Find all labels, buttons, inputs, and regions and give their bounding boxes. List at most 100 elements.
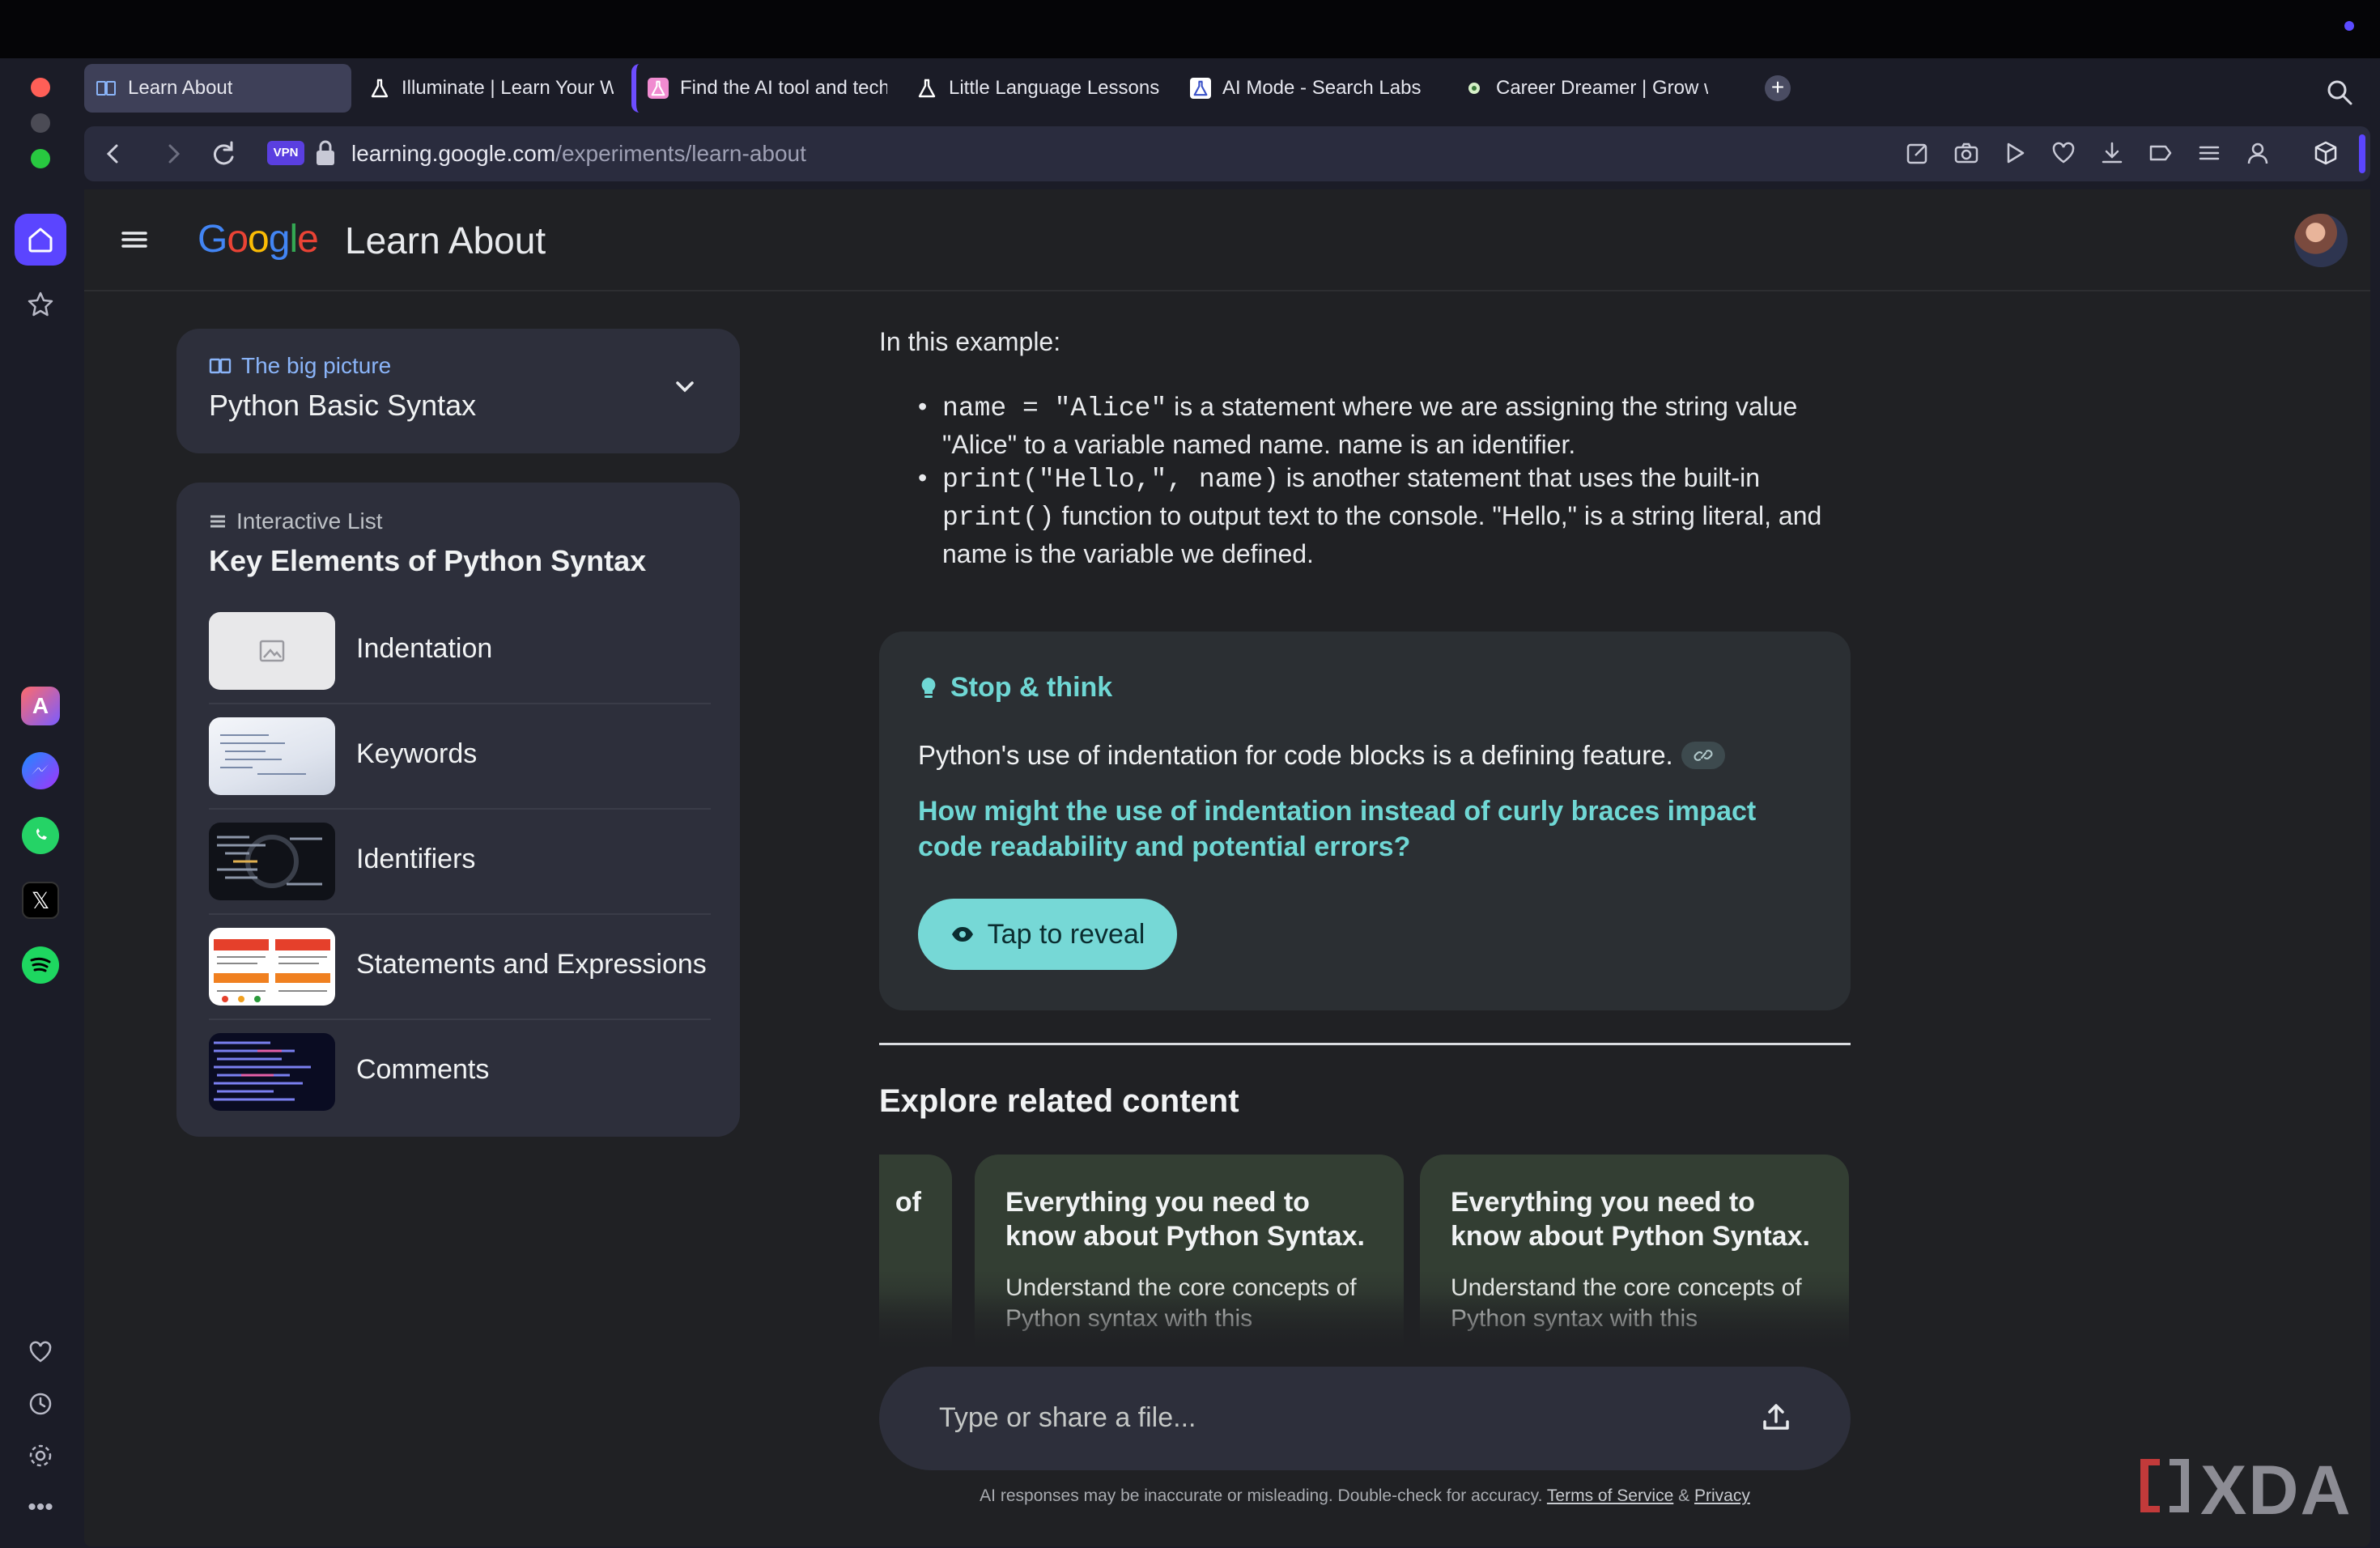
reload-button[interactable] xyxy=(207,138,240,170)
minimize-window-button[interactable] xyxy=(31,113,50,133)
bullet-text: is an identifier. xyxy=(1402,430,1576,459)
dot-icon xyxy=(1464,78,1485,99)
book-icon xyxy=(96,78,117,99)
privacy-link[interactable]: Privacy xyxy=(1694,1486,1750,1505)
stop-think-label: Stop & think xyxy=(950,672,1113,703)
interactive-list-kicker: Interactive List xyxy=(209,508,383,534)
sidebar-spotify-icon[interactable] xyxy=(11,936,70,994)
tab-learn-about[interactable]: Learn About xyxy=(84,64,351,113)
big-picture-kicker: The big picture xyxy=(209,353,391,379)
tab-ai-mode[interactable]: AI Mode - Search Labs xyxy=(1179,64,1446,113)
flask-icon xyxy=(916,78,937,99)
tab-label: AI Mode - Search Labs xyxy=(1222,77,1422,99)
bullet-dot: • xyxy=(918,392,928,421)
chat-input-placeholder[interactable]: Type or share a file... xyxy=(939,1402,1196,1434)
tab-label: Little Language Lessons xyxy=(949,77,1160,99)
sidebar-x-icon[interactable]: 𝕏 xyxy=(11,871,70,929)
big-picture-card[interactable]: The big picture Python Basic Syntax xyxy=(176,329,740,453)
tab-career-dreamer[interactable]: Career Dreamer | Grow w xyxy=(1452,64,1719,113)
tab-find-ai-tool[interactable]: Find the AI tool and tech xyxy=(631,64,899,113)
sidebar-star-button[interactable] xyxy=(11,275,70,334)
flask-icon xyxy=(369,78,390,99)
url-host: learning.google.com xyxy=(351,141,556,166)
tab-label: Find the AI tool and tech xyxy=(680,77,887,99)
vpn-badge[interactable]: VPN xyxy=(267,141,304,165)
keywords-thumbnail xyxy=(209,717,335,795)
play-icon[interactable] xyxy=(2001,139,2029,167)
list-item-statements-and-expressions[interactable]: Statements and Expressions xyxy=(209,915,711,1020)
interactive-list-title: Key Elements of Python Syntax xyxy=(209,544,647,577)
list-item-comments[interactable]: Comments xyxy=(209,1020,711,1125)
camera-icon[interactable] xyxy=(1953,139,1980,167)
image-placeholder-icon xyxy=(209,612,335,690)
hamburger-menu-icon[interactable] xyxy=(118,225,151,254)
interactive-list-card: Interactive List Key Elements of Python … xyxy=(176,483,740,1137)
extensions-cube-icon[interactable] xyxy=(2312,139,2340,167)
edit-page-icon[interactable] xyxy=(1904,139,1932,167)
profile-icon[interactable] xyxy=(2244,139,2272,167)
bullet-text: is another statement that uses the built… xyxy=(1278,463,1760,492)
list-item-identifiers[interactable]: Identifiers xyxy=(209,810,711,915)
download-icon[interactable] xyxy=(2098,139,2126,167)
big-picture-kicker-label: The big picture xyxy=(241,353,392,378)
sidebar-more-icon[interactable]: ••• xyxy=(11,1478,70,1537)
stop-think-question: How might the use of indentation instead… xyxy=(918,796,1757,862)
bullet-dot: • xyxy=(918,463,928,492)
menu-list-icon[interactable] xyxy=(2195,139,2223,167)
os-top-bar xyxy=(0,0,2380,58)
sidebar-settings-gear-icon[interactable] xyxy=(11,1427,70,1485)
list-icon xyxy=(210,515,225,528)
disclaimer-text: AI responses may be inaccurate or mislea… xyxy=(980,1486,1547,1505)
tab-little-language-lessons[interactable]: Little Language Lessons xyxy=(905,64,1172,113)
list-item-keywords[interactable]: Keywords xyxy=(209,704,711,810)
status-dot-icon xyxy=(2344,21,2354,31)
big-picture-title: Python Basic Syntax xyxy=(209,389,477,422)
xda-watermark-text: XDA xyxy=(2200,1452,2352,1529)
chat-input-box[interactable]: Type or share a file... xyxy=(879,1367,1851,1470)
tab-search-icon[interactable] xyxy=(2325,78,2354,107)
forward-button[interactable] xyxy=(157,138,189,170)
eye-icon xyxy=(951,927,973,942)
sidebar-toggle-indicator[interactable] xyxy=(2359,134,2365,173)
maximize-window-button[interactable] xyxy=(31,149,50,168)
google-logo[interactable]: Google xyxy=(198,217,319,262)
comments-thumbnail xyxy=(209,1033,335,1111)
web-page: Google Learn About The big picture Pytho… xyxy=(84,189,2370,1546)
identifiers-thumbnail xyxy=(209,823,335,900)
sidebar-whatsapp-icon[interactable] xyxy=(11,806,70,865)
close-window-button[interactable] xyxy=(31,78,50,97)
url-text[interactable]: learning.google.com/experiments/learn-ab… xyxy=(351,139,806,168)
sidebar-history-icon[interactable] xyxy=(11,1375,70,1433)
tab-label: Career Dreamer | Grow w xyxy=(1496,77,1708,99)
code-inline: name = "Alice" xyxy=(942,393,1167,423)
tap-to-reveal-button[interactable]: Tap to reveal xyxy=(918,899,1177,970)
sidebar-favorites-icon[interactable] xyxy=(11,1323,70,1381)
example-intro: In this example: xyxy=(879,327,1061,356)
sidebar-app-aria-icon[interactable]: A xyxy=(11,677,70,735)
link-icon[interactable] xyxy=(1681,742,1725,769)
account-avatar[interactable] xyxy=(2294,214,2348,267)
related-card-partial-title: of xyxy=(895,1187,921,1218)
chevron-down-icon[interactable] xyxy=(670,372,699,402)
bullet-text: . xyxy=(1323,430,1338,459)
tab-label: Learn About xyxy=(128,77,233,99)
flask-icon xyxy=(1190,78,1211,99)
related-heading: Explore related content xyxy=(879,1083,1239,1119)
list-item-indentation[interactable]: Indentation xyxy=(209,599,711,704)
back-button[interactable] xyxy=(97,138,130,170)
tag-icon[interactable] xyxy=(2147,139,2174,167)
tab-illuminate[interactable]: Illuminate | Learn Your W xyxy=(358,64,625,113)
bullet-item: • print("Hello,", name) is another statem… xyxy=(918,460,1849,572)
upload-icon[interactable] xyxy=(1758,1399,1794,1435)
carousel-fade xyxy=(879,1292,1851,1350)
lock-icon[interactable] xyxy=(314,139,337,167)
list-item-label: Statements and Expressions xyxy=(356,949,707,980)
terms-link[interactable]: Terms of Service xyxy=(1547,1486,1673,1505)
heart-icon[interactable] xyxy=(2050,139,2077,167)
related-card-title: Everything you need to know about Python… xyxy=(1005,1187,1365,1252)
list-item-label: Indentation xyxy=(356,633,493,664)
tab-strip: Learn About Illuminate | Learn Your W Fi… xyxy=(84,63,1719,113)
sidebar-messenger-icon[interactable] xyxy=(11,742,70,800)
new-tab-button[interactable]: + xyxy=(1765,75,1791,101)
sidebar-home-button[interactable] xyxy=(15,214,66,266)
